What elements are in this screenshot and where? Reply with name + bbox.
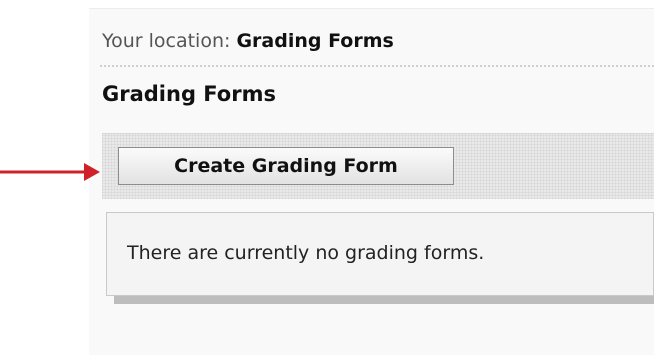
empty-state-message: There are currently no grading forms.	[127, 242, 485, 264]
action-toolbar: Create Grading Form	[102, 133, 654, 199]
breadcrumb: Your location: Grading Forms	[102, 30, 394, 52]
pointer-arrow-icon	[0, 163, 100, 181]
page-title: Grading Forms	[102, 82, 276, 106]
create-grading-form-button[interactable]: Create Grading Form	[118, 147, 454, 185]
empty-state-panel: There are currently no grading forms.	[106, 212, 654, 296]
breadcrumb-prefix: Your location:	[102, 30, 231, 52]
breadcrumb-divider	[100, 65, 654, 67]
breadcrumb-current: Grading Forms	[236, 30, 394, 52]
